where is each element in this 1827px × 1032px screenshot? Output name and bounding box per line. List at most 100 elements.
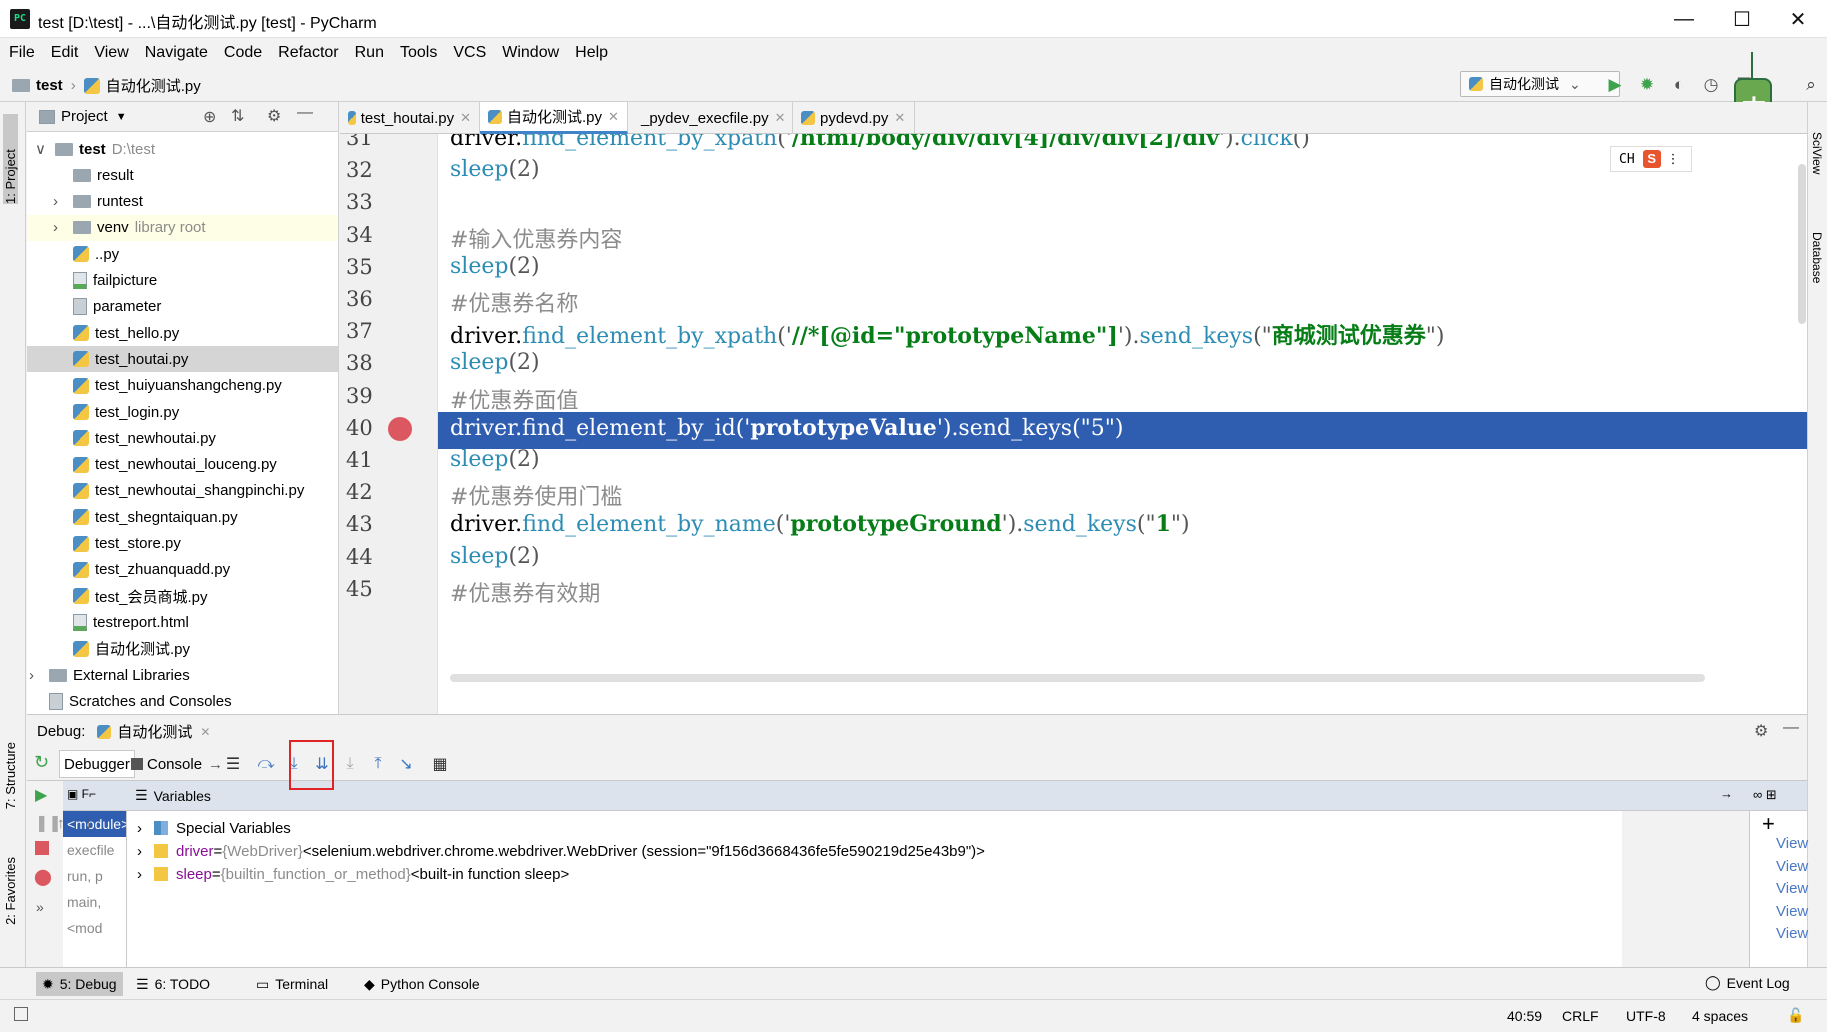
line-number[interactable]: 31 xyxy=(346,134,386,150)
run-to-cursor-icon[interactable]: ↘ xyxy=(393,751,419,777)
stop-icon[interactable] xyxy=(35,841,49,855)
coverage-icon[interactable]: ◐ xyxy=(1668,74,1690,96)
pin-icon[interactable]: → xyxy=(1720,786,1733,801)
editor-horizontal-scrollbar[interactable] xyxy=(450,674,1705,682)
view-link[interactable]: View xyxy=(1776,925,1808,942)
line-number[interactable]: 40 xyxy=(346,416,386,440)
structure-tool-button[interactable]: 7: Structure xyxy=(3,742,18,809)
debug-icon[interactable]: ✹ xyxy=(1636,74,1658,96)
tree-item-test-shegntaiquan-py[interactable]: test_shegntaiquan.py xyxy=(27,504,338,530)
more-icon[interactable]: » xyxy=(36,899,44,915)
step-over-icon[interactable]: ⤼ xyxy=(253,751,279,777)
favorites-tool-button[interactable]: 2: Favorites xyxy=(3,857,18,925)
project-panel-title[interactable]: Project xyxy=(61,108,108,125)
line-number[interactable]: 35 xyxy=(346,255,386,279)
view-breakpoints-icon[interactable]: ⬤ xyxy=(34,867,52,887)
close-icon[interactable]: ✕ xyxy=(200,725,210,739)
tree-item--py[interactable]: 自动化测试.py xyxy=(27,636,338,662)
view-link[interactable]: View xyxy=(1776,835,1808,852)
tab-4[interactable]: pydevd.py ✕ xyxy=(793,102,915,134)
line-number[interactable]: 42 xyxy=(346,480,386,504)
frame-item[interactable]: main, xyxy=(63,889,126,915)
chevron-right-icon[interactable]: › xyxy=(137,866,142,883)
tab-2[interactable]: 自动化测试.py ✕ xyxy=(480,102,628,134)
tree-item-testreport-html[interactable]: testreport.html xyxy=(27,609,338,635)
menu-run[interactable]: Run xyxy=(355,44,384,62)
tree-item-test-login-py[interactable]: test_login.py xyxy=(27,399,338,425)
tab-3[interactable]: _pydev_execfile.py ✕ xyxy=(628,102,793,134)
tree-item-test-store-py[interactable]: test_store.py xyxy=(27,531,338,557)
line-number[interactable]: 43 xyxy=(346,512,386,536)
tree-item-runtest[interactable]: › runtest xyxy=(27,189,338,215)
close-icon[interactable]: ✕ xyxy=(775,110,786,126)
hide-panel-icon[interactable]: — xyxy=(297,104,313,122)
frame-up-icon[interactable]: ↑ xyxy=(57,815,65,832)
chevron-down-icon[interactable]: ∨ xyxy=(35,140,46,158)
indent-setting[interactable]: 4 spaces xyxy=(1692,1008,1748,1024)
bottom-tool-1[interactable]: ✹ 5: Debug xyxy=(36,972,123,996)
debug-session-tab[interactable]: 自动化测试 xyxy=(117,721,192,742)
menu-code[interactable]: Code xyxy=(224,44,262,62)
tree-external-libraries[interactable]: › External Libraries xyxy=(27,662,338,688)
chevron-right-icon[interactable]: › xyxy=(53,219,58,236)
chevron-right-icon[interactable]: › xyxy=(29,667,34,684)
hide-panel-icon[interactable]: — xyxy=(1783,719,1799,737)
frame-item[interactable]: <module> xyxy=(63,811,126,837)
breadcrumb-project[interactable]: test xyxy=(36,77,63,94)
tree-item-test-houtai-py[interactable]: test_houtai.py xyxy=(27,346,338,373)
menu-window[interactable]: Window xyxy=(502,44,559,62)
menu-file[interactable]: File xyxy=(9,44,35,62)
lock-icon[interactable]: 🔓 xyxy=(1787,1007,1804,1024)
file-encoding[interactable]: UTF-8 xyxy=(1626,1008,1666,1024)
tree-scratches[interactable]: Scratches and Consoles xyxy=(27,688,338,714)
tree-item--py[interactable]: ..py xyxy=(27,241,338,267)
debugger-tab[interactable]: Debugger xyxy=(59,750,135,778)
project-tool-button[interactable]: 1: Project xyxy=(3,114,18,204)
view-link[interactable]: View xyxy=(1776,903,1808,920)
database-tool-button[interactable]: Database xyxy=(1810,232,1824,283)
tree-item-test-newhoutai-shangpinchi-py[interactable]: test_newhoutai_shangpinchi.py xyxy=(27,478,338,504)
breadcrumb-file[interactable]: 自动化测试.py xyxy=(106,75,201,96)
profile-icon[interactable]: ◷ xyxy=(1700,74,1722,96)
line-number[interactable]: 41 xyxy=(346,448,386,472)
tree-item-result[interactable]: result xyxy=(27,162,338,188)
run-configuration-selector[interactable]: 自动化测试 ⌄ xyxy=(1460,71,1620,97)
gear-icon[interactable]: ⚙ xyxy=(1754,721,1768,741)
frame-item[interactable]: <mod xyxy=(63,915,126,941)
line-number[interactable]: 38 xyxy=(346,351,386,375)
line-number[interactable]: 32 xyxy=(346,158,386,182)
console-tab[interactable]: Console → xyxy=(131,750,223,778)
tree-item-venv[interactable]: › venv library root xyxy=(27,214,338,241)
menu-edit[interactable]: Edit xyxy=(51,44,79,62)
tab-1[interactable]: test_houtai.py ✕ xyxy=(340,102,480,134)
run-icon[interactable]: ▶ xyxy=(1604,74,1626,96)
tree-item-test-newhoutai-py[interactable]: test_newhoutai.py xyxy=(27,425,338,451)
line-number[interactable]: 36 xyxy=(346,287,386,311)
line-separator[interactable]: CRLF xyxy=(1562,1008,1599,1024)
view-link[interactable]: View xyxy=(1776,880,1808,897)
resume-icon[interactable]: ▶ xyxy=(35,785,47,805)
bottom-tool-2[interactable]: ☰ 6: TODO xyxy=(130,972,216,996)
chevron-down-icon[interactable]: ▼ xyxy=(116,111,127,123)
view-link[interactable]: View xyxy=(1776,858,1808,875)
show-execution-point-icon[interactable]: ☰ xyxy=(220,751,246,777)
tree-item-test-hello-py[interactable]: test_hello.py xyxy=(27,320,338,346)
bottom-tool-4[interactable]: ◆ Python Console xyxy=(358,972,486,996)
chevron-right-icon[interactable]: › xyxy=(137,820,142,837)
caret-position[interactable]: 40:59 xyxy=(1507,1008,1542,1024)
tree-item-test-py[interactable]: test_会员商城.py xyxy=(27,583,338,609)
step-out-icon[interactable]: ⤒ xyxy=(365,751,391,777)
tree-root-test[interactable]: ∨ test D:\test xyxy=(27,136,338,162)
maximize-button[interactable]: ☐ xyxy=(1713,0,1771,38)
editor-scrollbar[interactable] xyxy=(1798,164,1806,324)
sciview-tool-button[interactable]: SciView xyxy=(1810,132,1824,174)
add-watch-icon[interactable]: + xyxy=(1762,811,1775,837)
menu-navigate[interactable]: Navigate xyxy=(145,44,208,62)
menu-refactor[interactable]: Refactor xyxy=(278,44,338,62)
frame-down-icon[interactable]: ↓ xyxy=(85,815,93,832)
line-number[interactable]: 44 xyxy=(346,545,386,569)
chevron-right-icon[interactable]: › xyxy=(53,193,58,210)
tree-item-test-huiyuanshangcheng-py[interactable]: test_huiyuanshangcheng.py xyxy=(27,373,338,399)
bottom-tool-3[interactable]: ▭ Terminal xyxy=(250,972,334,996)
code-editor[interactable]: 31 driver.find_element_by_xpath('/html/bo… xyxy=(340,134,1807,714)
